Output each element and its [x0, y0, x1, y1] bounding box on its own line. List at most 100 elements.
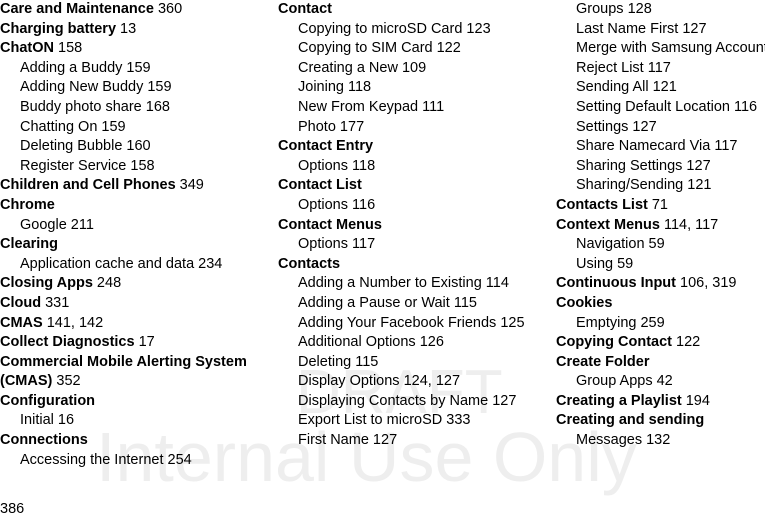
index-entry-pages: 194	[681, 392, 710, 409]
index-entry-pages: 128	[623, 1, 652, 17]
index-entry-title: Buddy photo share	[20, 98, 142, 115]
index-heading: Context Menus 114, 117	[556, 216, 765, 236]
index-subentry: Adding a Number to Existing 114	[278, 274, 528, 294]
index-entry-pages: 127	[678, 20, 707, 37]
index-subentry: Options 116	[278, 196, 528, 216]
index-entry-title: Deleting Bubble	[20, 138, 123, 155]
index-entry-title: Children and Cell Phones	[0, 177, 176, 194]
index-heading: ChatON 158	[0, 39, 250, 59]
index-entry-title: Configuration	[0, 392, 96, 409]
index-entry-title: Initial	[20, 412, 54, 429]
index-subentry: Sharing Settings 127	[556, 157, 765, 177]
index-subentry: Chatting On 159	[0, 118, 250, 138]
index-subentry: Initial 16	[0, 411, 250, 431]
index-entry-title: Charging battery	[0, 20, 117, 37]
index-subentry: First Name 127	[278, 431, 528, 451]
index-entry-title: Connections	[0, 432, 88, 449]
index-heading: Chrome	[0, 196, 250, 216]
index-entry-pages: 118	[347, 157, 376, 174]
index-entry-title: Using	[576, 255, 614, 272]
index-subentry: Google 211	[0, 216, 250, 236]
index-entry-title: Cloud	[0, 294, 42, 311]
index-heading: CMAS 141, 142	[0, 314, 250, 334]
index-entry-title: Google	[20, 216, 67, 233]
index-entry-title: Sharing Settings	[576, 157, 683, 174]
index-entry-title: Adding Your Facebook Friends	[298, 314, 497, 331]
index-entry-pages: 59	[613, 255, 634, 272]
index-heading: Contact List	[278, 176, 528, 196]
index-heading: Contacts List 71	[556, 196, 765, 216]
index-entry-pages: 127	[682, 157, 711, 174]
index-entry-title: Context Menus	[556, 216, 660, 233]
index-entry-title: Options	[298, 236, 348, 253]
index-entry-pages: 124, 127	[399, 373, 461, 390]
index-entry-pages: 114, 117	[659, 216, 719, 233]
index-entry-pages: 106, 319	[676, 275, 737, 292]
index-subentry: New From Keypad 111	[278, 98, 528, 118]
index-entry-title: Displaying Contacts by Name	[298, 392, 489, 409]
index-subentry: Sending All 121	[556, 78, 765, 98]
index-entry-title: Options	[298, 196, 348, 213]
index-heading: Contacts	[278, 255, 528, 275]
index-entry-pages: 111	[418, 98, 445, 115]
index-entry-title: Navigation	[576, 236, 645, 253]
index-heading: Clearing	[0, 235, 250, 255]
index-entry-title: Copying to microSD Card	[298, 20, 463, 37]
index-column-1: Care and Maintenance 360 Charging battery…	[0, 0, 250, 470]
index-page: Care and Maintenance 360 Charging battery…	[0, 0, 765, 526]
index-subentry: Adding Your Facebook Friends 125	[278, 314, 528, 334]
index-entry-pages: 331	[41, 294, 70, 311]
index-entry-pages: 17	[134, 334, 155, 351]
index-entry-title: Creating and sending	[556, 412, 705, 429]
index-heading: Collect Diagnostics 17	[0, 333, 250, 353]
index-entry-pages: 127	[628, 118, 657, 135]
index-entry-title: Last Name First	[576, 20, 679, 37]
index-entry-pages: 177	[335, 118, 365, 135]
index-heading: Closing Apps 248	[0, 274, 250, 294]
index-entry-title: Continuous Input	[556, 275, 676, 292]
index-entry-pages: 121	[683, 177, 712, 194]
index-subentry: Emptying 259	[556, 314, 765, 334]
index-entry-pages: 159	[122, 59, 151, 76]
index-entry-title: Adding a Buddy	[20, 59, 123, 76]
index-entry-pages: 254	[163, 451, 192, 468]
index-entry-pages: 114	[481, 275, 509, 292]
index-heading: Continuous Input 106, 319	[556, 274, 765, 294]
index-entry-pages: 168	[141, 98, 170, 115]
index-entry-title: New From Keypad	[298, 98, 419, 115]
index-heading: Configuration	[0, 392, 250, 412]
index-entry-pages: 117	[710, 138, 738, 155]
index-entry-pages: 125	[496, 314, 525, 331]
index-subentry: Share Namecard Via 117	[556, 137, 765, 157]
index-entry-pages: 59	[644, 236, 665, 253]
index-heading: Create Folder	[556, 353, 765, 373]
index-entry-pages: 122	[672, 334, 701, 351]
index-entry-pages: 360	[153, 1, 183, 17]
index-entry-pages: 116	[347, 196, 376, 213]
index-entry-pages: 115	[351, 353, 379, 370]
index-heading: Creating a Playlist 194	[556, 392, 765, 412]
index-entry-pages: 211	[66, 216, 94, 233]
index-entry-title: Photo	[298, 118, 336, 135]
index-subentry: Deleting Bubble 160	[0, 137, 250, 157]
index-entry-pages: 42	[652, 373, 673, 390]
index-subentry: Options 117	[278, 235, 528, 255]
index-subentry: Register Service 158	[0, 157, 250, 177]
index-subentry: Options 118	[278, 157, 528, 177]
index-subentry: Photo 177	[278, 118, 528, 138]
index-subentry: Display Options 124, 127	[278, 372, 528, 392]
index-column-2: Contact Copying to microSD Card 123 Copyin…	[278, 0, 528, 451]
index-entry-pages: 158	[126, 157, 155, 174]
index-entry-pages: 159	[143, 79, 172, 96]
index-entry-pages: 352	[52, 373, 81, 390]
index-heading: Care and Maintenance 360	[0, 0, 250, 20]
index-entry-title: CMAS	[0, 314, 43, 331]
index-entry-title: Contact Entry	[278, 138, 374, 155]
index-entry-title: Adding a Pause or Wait	[298, 294, 450, 311]
index-entry-title: Adding New Buddy	[20, 79, 144, 96]
index-entry-title: Options	[298, 157, 348, 174]
index-entry-pages: 118	[343, 79, 372, 96]
index-subentry: Export List to microSD 333	[278, 411, 528, 431]
index-subentry: Groups 128	[556, 0, 765, 20]
index-entry-pages: 127	[368, 432, 398, 449]
